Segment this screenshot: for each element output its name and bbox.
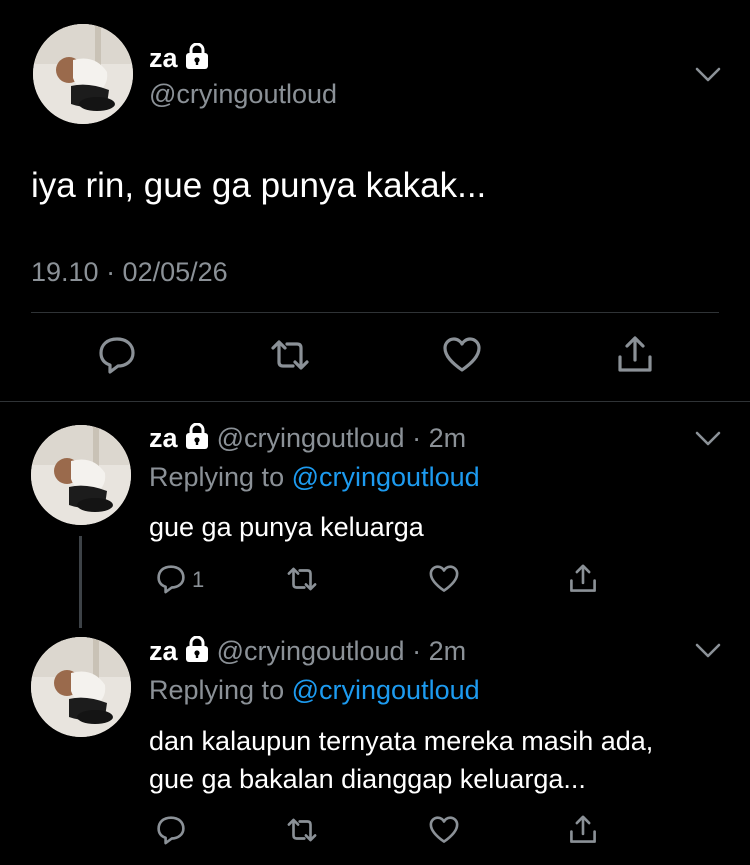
avatar[interactable] xyxy=(31,425,131,525)
avatar[interactable] xyxy=(31,637,131,737)
lock-icon xyxy=(185,422,209,457)
avatar[interactable] xyxy=(33,24,133,124)
divider xyxy=(0,401,750,402)
reply-count: 1 xyxy=(192,567,205,592)
like-icon[interactable] xyxy=(427,813,461,847)
display-name-text: za xyxy=(149,43,178,73)
chevron-down-icon[interactable] xyxy=(694,642,722,660)
reply-time: · 2m xyxy=(412,636,467,666)
tweet-timestamp[interactable]: 19.10 · 02/05/26 xyxy=(31,257,228,288)
reply-text-line: gue ga punya keluarga xyxy=(149,512,424,542)
lock-icon xyxy=(185,635,209,670)
thread-line xyxy=(79,536,82,628)
retweet-icon[interactable] xyxy=(285,813,319,847)
divider xyxy=(31,312,719,313)
chevron-down-icon[interactable] xyxy=(694,430,722,448)
handle[interactable]: @cryingoutloud xyxy=(149,79,337,110)
reply-text-line: gue ga bakalan dianggap keluarga... xyxy=(149,764,586,794)
share-icon[interactable] xyxy=(566,813,600,847)
mention-link[interactable]: @cryingoutloud xyxy=(292,675,480,705)
replying-to: Replying to @cryingoutloud xyxy=(149,675,480,706)
reply-time: · 2m xyxy=(412,423,467,453)
mention-link[interactable]: @cryingoutloud xyxy=(292,462,480,492)
replying-prefix: Replying to xyxy=(149,462,285,492)
replying-to: Replying to @cryingoutloud xyxy=(149,462,480,493)
display-name[interactable]: za xyxy=(149,423,178,453)
handle[interactable]: @cryingoutloud xyxy=(217,636,405,666)
reply-icon[interactable] xyxy=(95,333,139,377)
reply-text: dan kalaupun ternyata mereka masih ada, … xyxy=(149,722,739,798)
reply-header: za @cryingoutloud · 2m xyxy=(149,422,466,457)
chevron-down-icon[interactable] xyxy=(694,66,722,84)
display-name[interactable]: za xyxy=(149,42,209,77)
lock-icon xyxy=(185,42,209,77)
reply-text-line: dan kalaupun ternyata mereka masih ada, xyxy=(149,726,654,756)
display-name[interactable]: za xyxy=(149,636,178,666)
share-icon[interactable] xyxy=(566,562,600,596)
like-icon[interactable] xyxy=(440,333,484,377)
reply-icon[interactable] xyxy=(154,562,188,596)
share-icon[interactable] xyxy=(613,333,657,377)
replying-prefix: Replying to xyxy=(149,675,285,705)
reply-icon[interactable] xyxy=(154,813,188,847)
handle[interactable]: @cryingoutloud xyxy=(217,423,405,453)
reply-header: za @cryingoutloud · 2m xyxy=(149,635,466,670)
tweet-text: iya rin, gue ga punya kakak... xyxy=(31,166,487,205)
reply-text: gue ga punya keluarga xyxy=(149,508,424,546)
retweet-icon[interactable] xyxy=(285,562,319,596)
retweet-icon[interactable] xyxy=(268,333,312,377)
like-icon[interactable] xyxy=(427,562,461,596)
